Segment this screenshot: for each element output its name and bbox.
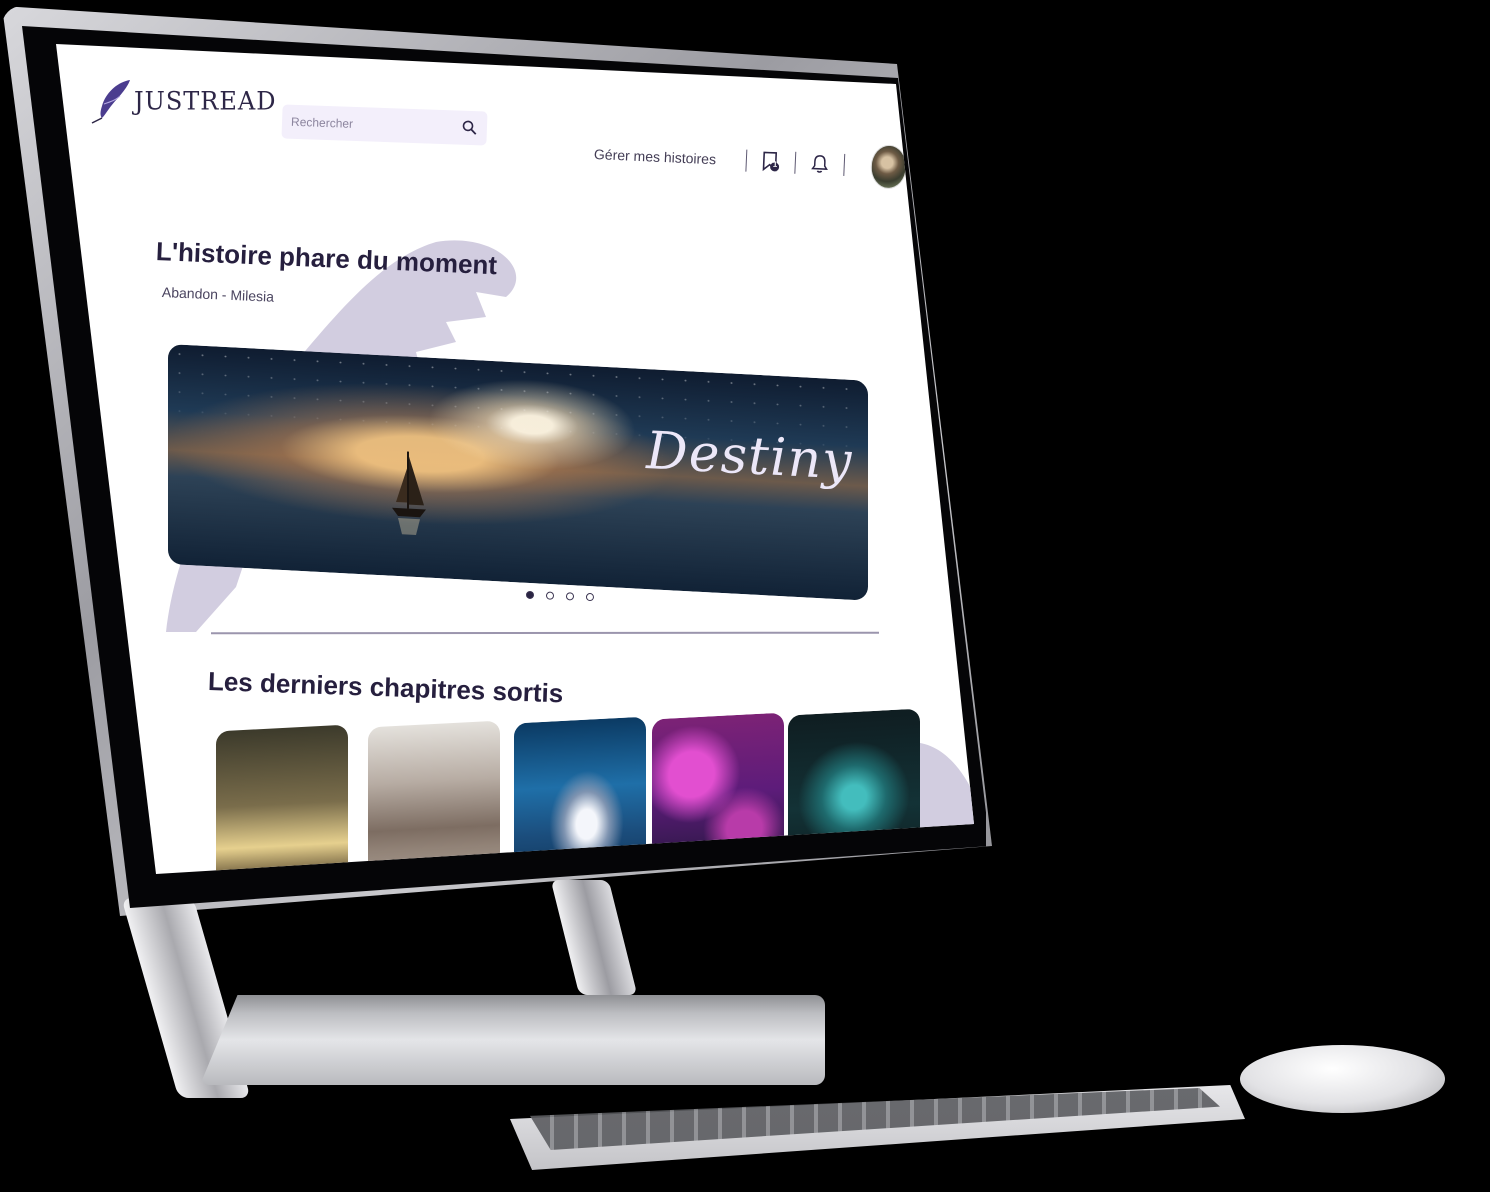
- chapter-card-castle[interactable]: [368, 720, 500, 874]
- search-input[interactable]: [281, 114, 461, 135]
- sailboat-icon: [392, 451, 426, 535]
- logo-text: JUSTREAD: [134, 86, 277, 116]
- featured-subtitle[interactable]: Abandon - Milesia: [162, 284, 275, 305]
- chapter-card-nebula[interactable]: [788, 708, 920, 874]
- search-icon[interactable]: [462, 120, 478, 136]
- mouse: [1240, 1045, 1445, 1113]
- carousel-dot-3[interactable]: [565, 592, 575, 601]
- carousel-dots: [520, 590, 600, 602]
- chapter-card-blossom[interactable]: [652, 712, 784, 874]
- chapter-card-forest[interactable]: [216, 724, 348, 874]
- bell-icon: [811, 155, 829, 173]
- carousel-dot-1[interactable]: [525, 590, 535, 600]
- monitor-base: [200, 995, 825, 1085]
- separator: [843, 153, 846, 176]
- screen: JUSTREAD Gérer mes histoires 1: [56, 44, 974, 874]
- user-avatar[interactable]: [869, 144, 908, 190]
- section-divider: [210, 631, 880, 634]
- banner-title: Destiny: [646, 421, 853, 492]
- separator: [745, 149, 748, 172]
- carousel-dot-4[interactable]: [585, 592, 595, 602]
- chapter-card-underwater[interactable]: [514, 716, 646, 874]
- bookmark-button[interactable]: 1: [758, 149, 783, 174]
- separator: [794, 151, 797, 174]
- featured-banner[interactable]: Destiny: [168, 344, 868, 601]
- latest-chapters-title: Les derniers chapitres sortis: [207, 666, 564, 709]
- monitor-bezel: JUSTREAD Gérer mes histoires 1: [22, 26, 986, 908]
- manage-stories-link[interactable]: Gérer mes histoires: [594, 146, 717, 167]
- feather-logo-icon: [91, 80, 130, 124]
- logo[interactable]: JUSTREAD: [90, 78, 276, 124]
- header-nav: Gérer mes histoires 1: [593, 132, 908, 190]
- notifications-button[interactable]: [807, 151, 832, 176]
- search-box[interactable]: [281, 104, 488, 146]
- stand-arm-right: [550, 880, 638, 995]
- bookmark-badge: 1: [772, 159, 778, 170]
- featured-title: L'histoire phare du moment: [155, 236, 498, 281]
- carousel-dot-2[interactable]: [545, 591, 555, 600]
